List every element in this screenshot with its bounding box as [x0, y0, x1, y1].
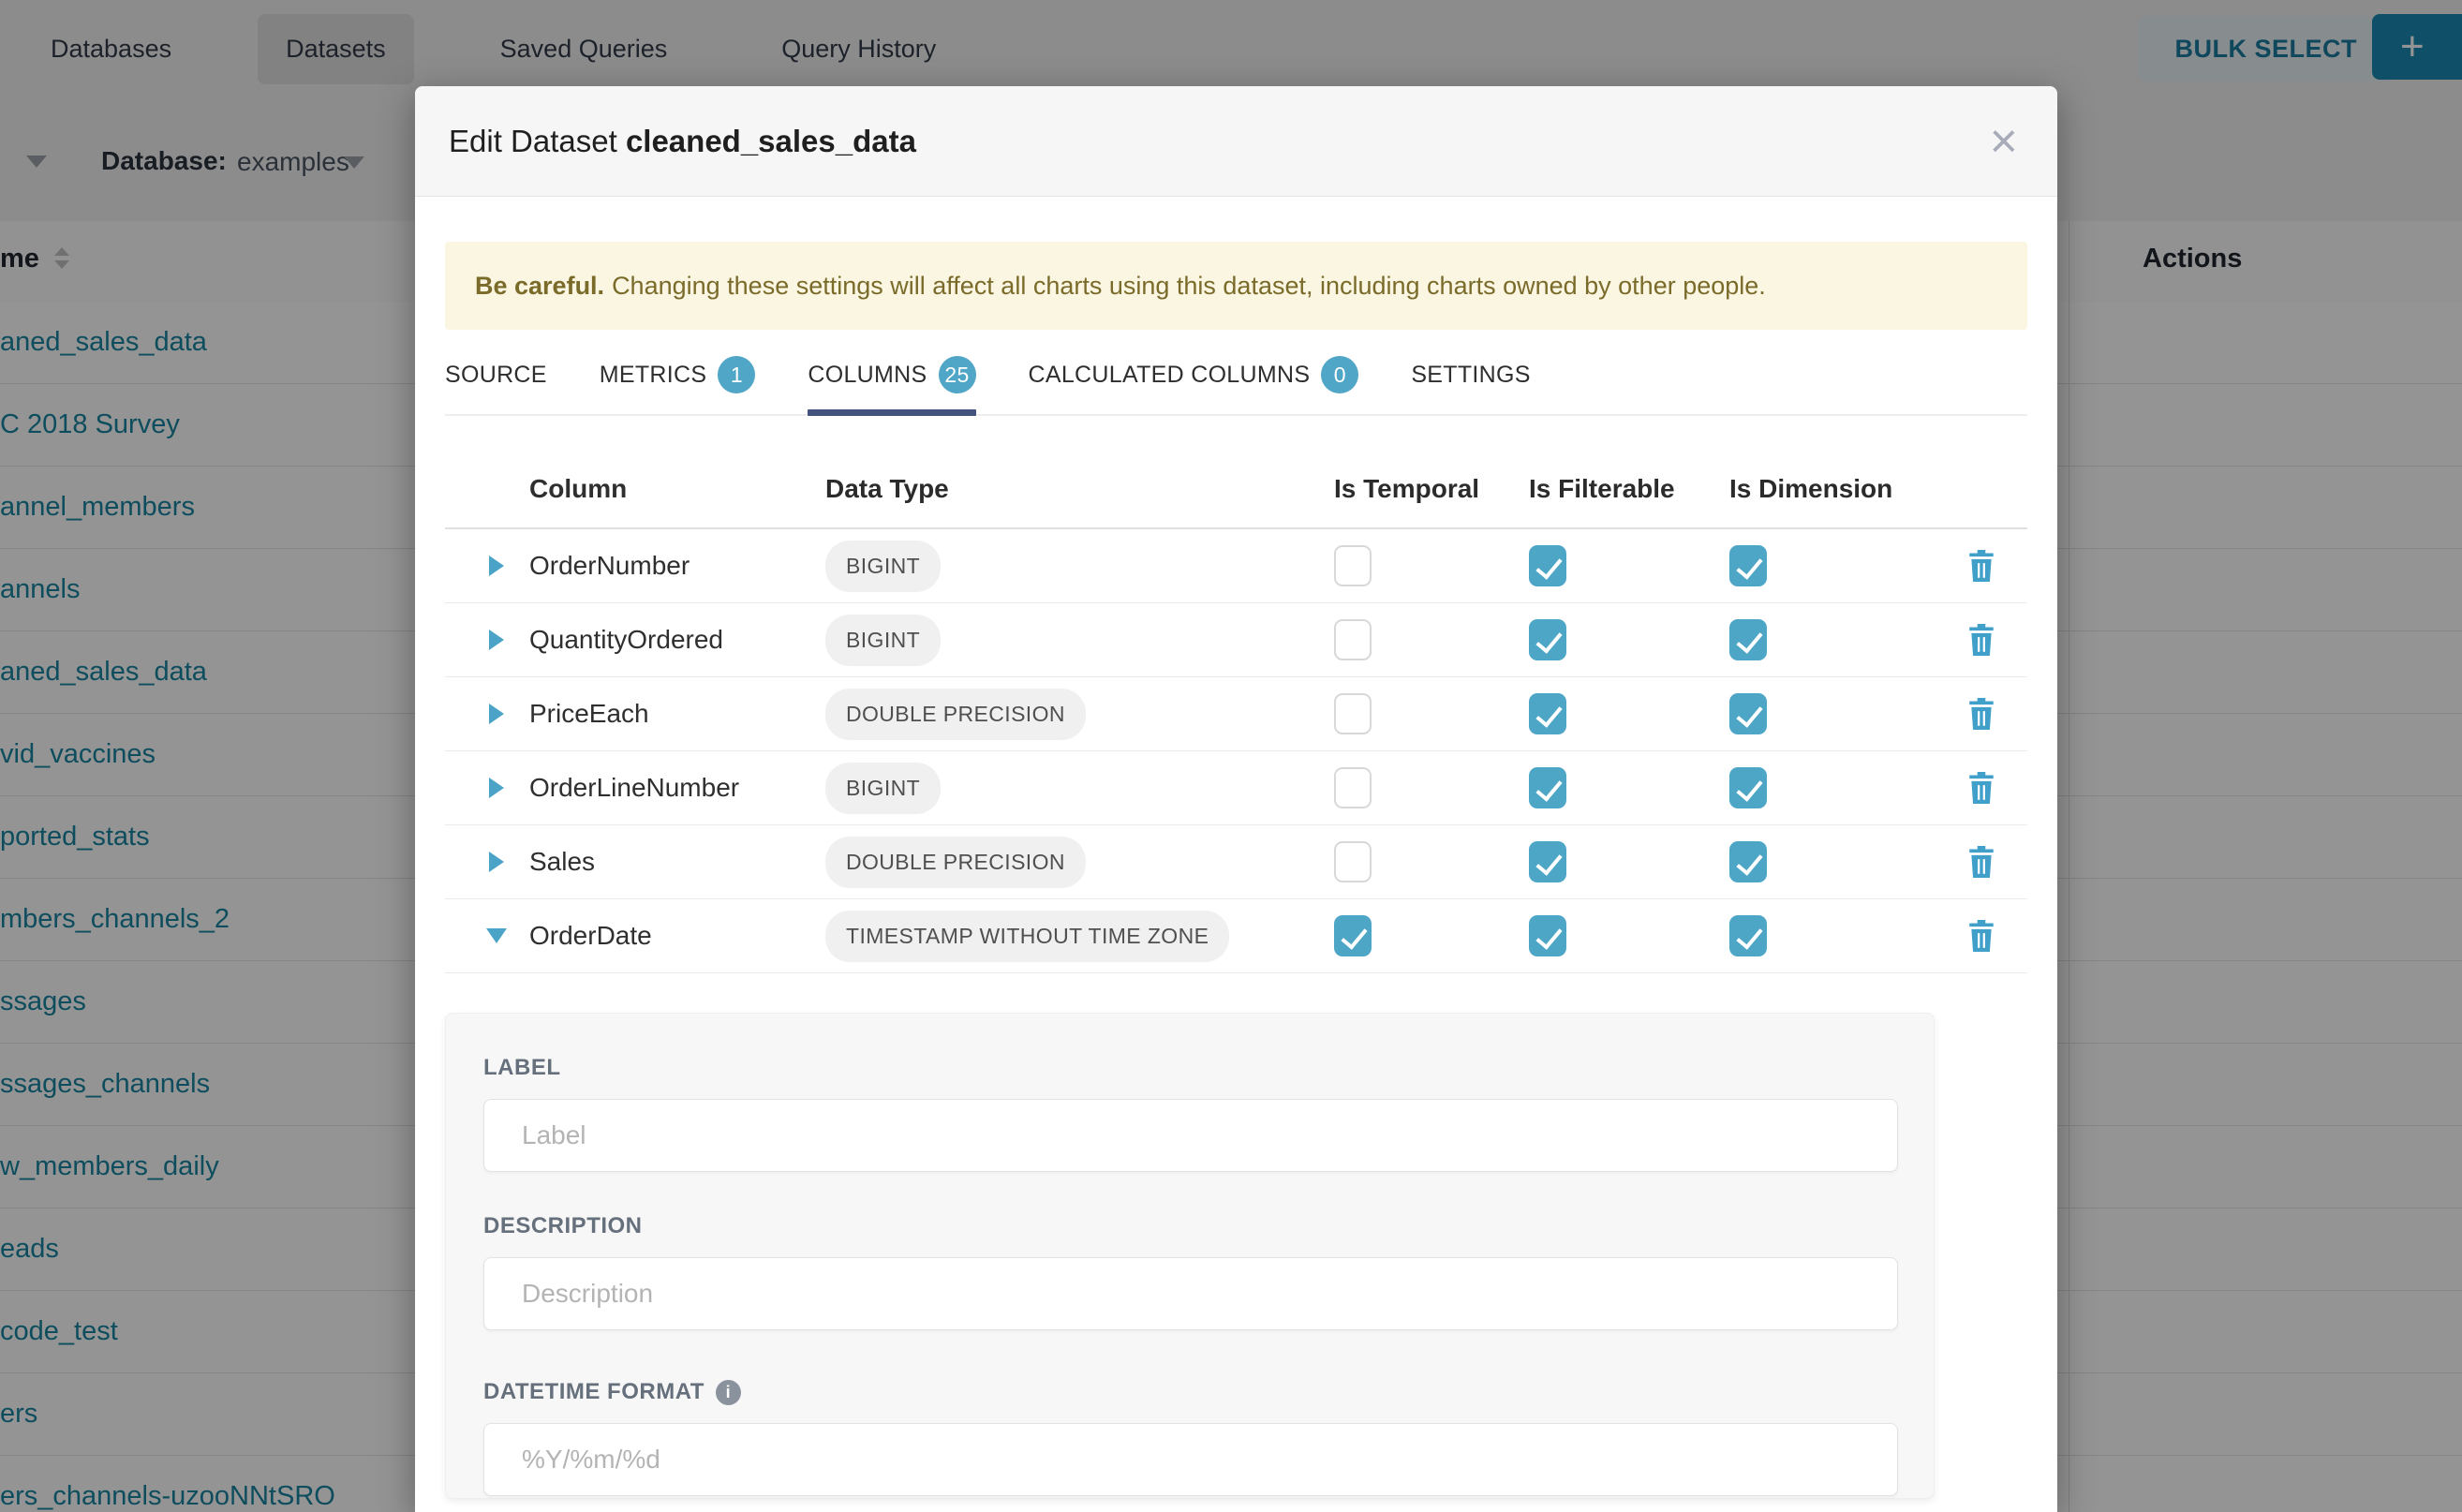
tab-label: METRICS [600, 362, 707, 389]
column-row: OrderDate TIMESTAMP WITHOUT TIME ZONE [445, 899, 2027, 973]
is-filterable-checkbox[interactable] [1529, 693, 1566, 734]
column-row: OrderNumber BIGINT [445, 529, 2027, 603]
modal-title-prefix: Edit Dataset [449, 124, 626, 158]
tab-source[interactable]: SOURCE [445, 356, 547, 414]
modal-tabs: SOURCE METRICS 1 COLUMNS 25 CALCULATED C… [445, 356, 2027, 416]
delete-icon[interactable] [1965, 844, 1997, 880]
column-row: QuantityOrdered BIGINT [445, 603, 2027, 677]
expand-caret-icon[interactable] [489, 630, 504, 650]
is-temporal-checkbox[interactable] [1334, 693, 1372, 734]
warning-banner-text: Changing these settings will affect all … [612, 272, 1766, 301]
header-is-temporal: Is Temporal [1334, 474, 1529, 504]
column-name: OrderDate [529, 921, 825, 951]
header-is-filterable: Is Filterable [1529, 474, 1729, 504]
column-row: OrderLineNumber BIGINT [445, 751, 2027, 825]
is-dimension-checkbox[interactable] [1729, 767, 1767, 808]
is-dimension-checkbox[interactable] [1729, 545, 1767, 586]
data-type-pill: BIGINT [825, 763, 941, 814]
is-dimension-checkbox[interactable] [1729, 619, 1767, 660]
data-type-pill: BIGINT [825, 541, 941, 592]
tab-label: SETTINGS [1411, 362, 1530, 389]
expand-caret-icon[interactable] [489, 704, 504, 724]
delete-icon[interactable] [1965, 918, 1997, 954]
description-input[interactable] [483, 1257, 1898, 1330]
is-dimension-checkbox[interactable] [1729, 915, 1767, 956]
data-type-pill: TIMESTAMP WITHOUT TIME ZONE [825, 911, 1229, 962]
is-filterable-checkbox[interactable] [1529, 841, 1566, 882]
tab-metrics[interactable]: METRICS 1 [600, 356, 756, 414]
label-field-label: LABEL [483, 1055, 1896, 1081]
columns-table-header: Column Data Type Is Temporal Is Filterab… [445, 450, 2027, 529]
column-name: PriceEach [529, 699, 825, 729]
tab-count-badge: 25 [939, 356, 976, 393]
column-name: OrderLineNumber [529, 773, 825, 803]
edit-dataset-modal: Edit Dataset cleaned_sales_data × Be car… [415, 86, 2057, 1512]
is-temporal-checkbox[interactable] [1334, 767, 1372, 808]
data-type-pill: DOUBLE PRECISION [825, 689, 1086, 740]
description-field-label: DESCRIPTION [483, 1213, 1896, 1239]
column-row: Sales DOUBLE PRECISION [445, 825, 2027, 899]
tab-count-badge: 0 [1321, 356, 1358, 393]
close-icon[interactable]: × [1984, 117, 2024, 166]
delete-icon[interactable] [1965, 696, 1997, 732]
tab-columns[interactable]: COLUMNS 25 [808, 356, 975, 414]
column-name: OrderNumber [529, 551, 825, 581]
modal-title-dataset-name: cleaned_sales_data [626, 124, 916, 158]
columns-table: Column Data Type Is Temporal Is Filterab… [445, 450, 2027, 973]
warning-banner-bold: Be careful. [475, 272, 604, 301]
delete-icon[interactable] [1965, 548, 1997, 584]
tab-settings[interactable]: SETTINGS [1411, 356, 1530, 414]
info-icon[interactable]: i [716, 1380, 741, 1405]
column-name: QuantityOrdered [529, 625, 825, 655]
data-type-pill: DOUBLE PRECISION [825, 837, 1086, 888]
is-filterable-checkbox[interactable] [1529, 545, 1566, 586]
column-name: Sales [529, 847, 825, 877]
datetime-format-label-text: DATETIME FORMAT [483, 1379, 704, 1405]
is-temporal-checkbox[interactable] [1334, 619, 1372, 660]
is-temporal-checkbox[interactable] [1334, 545, 1372, 586]
header-column: Column [529, 474, 825, 504]
warning-banner: Be careful. Changing these settings will… [445, 242, 2027, 330]
expand-caret-icon[interactable] [489, 556, 504, 576]
expand-caret-icon[interactable] [489, 852, 504, 872]
datetime-format-input[interactable] [483, 1423, 1898, 1496]
tab-label: CALCULATED COLUMNS [1029, 362, 1311, 389]
delete-icon[interactable] [1965, 770, 1997, 806]
modal-body: Be careful. Changing these settings will… [415, 242, 2057, 1499]
data-type-pill: BIGINT [825, 615, 941, 666]
column-row: PriceEach DOUBLE PRECISION [445, 677, 2027, 751]
tab-calculated-columns[interactable]: CALCULATED COLUMNS 0 [1029, 356, 1359, 414]
column-detail-panel: LABEL DESCRIPTION DATETIME FORMAT i [445, 1013, 1935, 1499]
tab-label: COLUMNS [808, 362, 927, 389]
tab-count-badge: 1 [718, 356, 755, 393]
header-data-type: Data Type [825, 474, 1334, 504]
delete-icon[interactable] [1965, 622, 1997, 658]
datetime-format-field-label: DATETIME FORMAT i [483, 1379, 1896, 1405]
expand-caret-icon[interactable] [489, 778, 504, 798]
is-dimension-checkbox[interactable] [1729, 693, 1767, 734]
is-filterable-checkbox[interactable] [1529, 915, 1566, 956]
is-filterable-checkbox[interactable] [1529, 619, 1566, 660]
is-dimension-checkbox[interactable] [1729, 841, 1767, 882]
is-temporal-checkbox[interactable] [1334, 915, 1372, 956]
is-temporal-checkbox[interactable] [1334, 841, 1372, 882]
header-is-dimension: Is Dimension [1729, 474, 1935, 504]
is-filterable-checkbox[interactable] [1529, 767, 1566, 808]
expand-caret-icon[interactable] [486, 928, 507, 943]
tab-label: SOURCE [445, 362, 547, 389]
modal-header: Edit Dataset cleaned_sales_data × [415, 86, 2057, 197]
modal-title: Edit Dataset cleaned_sales_data [449, 124, 916, 159]
label-input[interactable] [483, 1099, 1898, 1172]
